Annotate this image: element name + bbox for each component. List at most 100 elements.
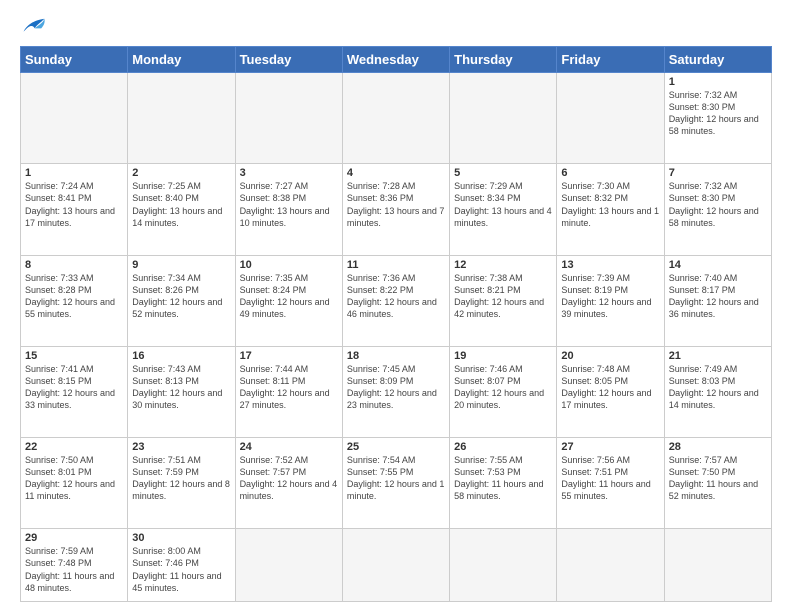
day-number: 19 [454, 350, 552, 362]
day-number: 23 [132, 441, 230, 453]
day-number: 26 [454, 441, 552, 453]
day-number: 21 [669, 350, 767, 362]
calendar-weekday-header: Wednesday [342, 47, 449, 73]
calendar-day-cell: 4Sunrise: 7:28 AMSunset: 8:36 PMDaylight… [342, 164, 449, 255]
day-number: 24 [240, 441, 338, 453]
calendar-day-cell: 25Sunrise: 7:54 AMSunset: 7:55 PMDayligh… [342, 438, 449, 529]
calendar-day-cell [664, 529, 771, 602]
day-info: Sunrise: 7:59 AMSunset: 7:48 PMDaylight:… [25, 545, 123, 594]
day-number: 8 [25, 259, 123, 271]
day-info: Sunrise: 7:40 AMSunset: 8:17 PMDaylight:… [669, 272, 767, 321]
day-number: 7 [669, 167, 767, 179]
day-number: 16 [132, 350, 230, 362]
day-info: Sunrise: 7:28 AMSunset: 8:36 PMDaylight:… [347, 180, 445, 229]
day-info: Sunrise: 7:51 AMSunset: 7:59 PMDaylight:… [132, 454, 230, 503]
day-number: 17 [240, 350, 338, 362]
calendar-header-row: SundayMondayTuesdayWednesdayThursdayFrid… [21, 47, 772, 73]
calendar-weekday-header: Saturday [664, 47, 771, 73]
day-info: Sunrise: 7:39 AMSunset: 8:19 PMDaylight:… [561, 272, 659, 321]
calendar-day-cell: 23Sunrise: 7:51 AMSunset: 7:59 PMDayligh… [128, 438, 235, 529]
day-number: 12 [454, 259, 552, 271]
calendar-day-cell: 1Sunrise: 7:24 AMSunset: 8:41 PMDaylight… [21, 164, 128, 255]
day-info: Sunrise: 7:56 AMSunset: 7:51 PMDaylight:… [561, 454, 659, 503]
calendar-week-row: 1Sunrise: 7:24 AMSunset: 8:41 PMDaylight… [21, 164, 772, 255]
day-info: Sunrise: 7:48 AMSunset: 8:05 PMDaylight:… [561, 363, 659, 412]
calendar-day-cell: 30Sunrise: 8:00 AMSunset: 7:46 PMDayligh… [128, 529, 235, 602]
day-number: 30 [132, 532, 230, 544]
calendar-day-cell [235, 529, 342, 602]
calendar-day-cell: 8Sunrise: 7:33 AMSunset: 8:28 PMDaylight… [21, 255, 128, 346]
day-info: Sunrise: 7:43 AMSunset: 8:13 PMDaylight:… [132, 363, 230, 412]
calendar-day-cell: 27Sunrise: 7:56 AMSunset: 7:51 PMDayligh… [557, 438, 664, 529]
day-info: Sunrise: 7:27 AMSunset: 8:38 PMDaylight:… [240, 180, 338, 229]
calendar-day-cell [342, 529, 449, 602]
day-number: 10 [240, 259, 338, 271]
header [20, 16, 772, 36]
day-number: 3 [240, 167, 338, 179]
day-info: Sunrise: 7:38 AMSunset: 8:21 PMDaylight:… [454, 272, 552, 321]
day-number: 1 [25, 167, 123, 179]
calendar-weekday-header: Friday [557, 47, 664, 73]
logo-bird-icon [22, 16, 46, 36]
calendar-day-cell: 12Sunrise: 7:38 AMSunset: 8:21 PMDayligh… [450, 255, 557, 346]
calendar-weekday-header: Thursday [450, 47, 557, 73]
day-info: Sunrise: 7:33 AMSunset: 8:28 PMDaylight:… [25, 272, 123, 321]
calendar-day-cell: 26Sunrise: 7:55 AMSunset: 7:53 PMDayligh… [450, 438, 557, 529]
day-number: 6 [561, 167, 659, 179]
day-info: Sunrise: 7:41 AMSunset: 8:15 PMDaylight:… [25, 363, 123, 412]
calendar-day-cell: 6Sunrise: 7:30 AMSunset: 8:32 PMDaylight… [557, 164, 664, 255]
day-info: Sunrise: 7:52 AMSunset: 7:57 PMDaylight:… [240, 454, 338, 503]
calendar-week-row: 15Sunrise: 7:41 AMSunset: 8:15 PMDayligh… [21, 346, 772, 437]
day-number: 9 [132, 259, 230, 271]
day-number: 15 [25, 350, 123, 362]
calendar-day-cell: 11Sunrise: 7:36 AMSunset: 8:22 PMDayligh… [342, 255, 449, 346]
calendar-day-cell: 13Sunrise: 7:39 AMSunset: 8:19 PMDayligh… [557, 255, 664, 346]
calendar-day-cell: 9Sunrise: 7:34 AMSunset: 8:26 PMDaylight… [128, 255, 235, 346]
calendar-day-cell: 2Sunrise: 7:25 AMSunset: 8:40 PMDaylight… [128, 164, 235, 255]
day-number: 4 [347, 167, 445, 179]
day-info: Sunrise: 7:25 AMSunset: 8:40 PMDaylight:… [132, 180, 230, 229]
day-info: Sunrise: 7:32 AMSunset: 8:30 PMDaylight:… [669, 89, 767, 138]
calendar-day-cell: 15Sunrise: 7:41 AMSunset: 8:15 PMDayligh… [21, 346, 128, 437]
day-number: 1 [669, 76, 767, 88]
calendar-day-cell: 20Sunrise: 7:48 AMSunset: 8:05 PMDayligh… [557, 346, 664, 437]
calendar-day-cell: 10Sunrise: 7:35 AMSunset: 8:24 PMDayligh… [235, 255, 342, 346]
day-info: Sunrise: 7:57 AMSunset: 7:50 PMDaylight:… [669, 454, 767, 503]
day-info: Sunrise: 7:30 AMSunset: 8:32 PMDaylight:… [561, 180, 659, 229]
day-info: Sunrise: 7:35 AMSunset: 8:24 PMDaylight:… [240, 272, 338, 321]
calendar-day-cell [128, 73, 235, 164]
calendar-day-cell: 22Sunrise: 7:50 AMSunset: 8:01 PMDayligh… [21, 438, 128, 529]
day-number: 11 [347, 259, 445, 271]
calendar-day-cell [450, 529, 557, 602]
calendar-page: SundayMondayTuesdayWednesdayThursdayFrid… [0, 0, 792, 612]
calendar-day-cell: 16Sunrise: 7:43 AMSunset: 8:13 PMDayligh… [128, 346, 235, 437]
calendar-day-cell [21, 73, 128, 164]
day-number: 2 [132, 167, 230, 179]
day-info: Sunrise: 7:54 AMSunset: 7:55 PMDaylight:… [347, 454, 445, 503]
day-info: Sunrise: 7:32 AMSunset: 8:30 PMDaylight:… [669, 180, 767, 229]
calendar-day-cell: 18Sunrise: 7:45 AMSunset: 8:09 PMDayligh… [342, 346, 449, 437]
calendar-day-cell: 14Sunrise: 7:40 AMSunset: 8:17 PMDayligh… [664, 255, 771, 346]
day-number: 5 [454, 167, 552, 179]
calendar-day-cell [557, 529, 664, 602]
day-info: Sunrise: 7:44 AMSunset: 8:11 PMDaylight:… [240, 363, 338, 412]
day-number: 29 [25, 532, 123, 544]
calendar-table: SundayMondayTuesdayWednesdayThursdayFrid… [20, 46, 772, 602]
calendar-day-cell: 3Sunrise: 7:27 AMSunset: 8:38 PMDaylight… [235, 164, 342, 255]
day-number: 27 [561, 441, 659, 453]
day-info: Sunrise: 7:50 AMSunset: 8:01 PMDaylight:… [25, 454, 123, 503]
day-number: 20 [561, 350, 659, 362]
day-number: 25 [347, 441, 445, 453]
calendar-day-cell: 1Sunrise: 7:32 AMSunset: 8:30 PMDaylight… [664, 73, 771, 164]
calendar-day-cell: 29Sunrise: 7:59 AMSunset: 7:48 PMDayligh… [21, 529, 128, 602]
calendar-day-cell [450, 73, 557, 164]
day-info: Sunrise: 7:46 AMSunset: 8:07 PMDaylight:… [454, 363, 552, 412]
calendar-day-cell [557, 73, 664, 164]
calendar-day-cell: 19Sunrise: 7:46 AMSunset: 8:07 PMDayligh… [450, 346, 557, 437]
day-number: 22 [25, 441, 123, 453]
calendar-day-cell: 24Sunrise: 7:52 AMSunset: 7:57 PMDayligh… [235, 438, 342, 529]
logo [20, 16, 46, 36]
day-info: Sunrise: 7:45 AMSunset: 8:09 PMDaylight:… [347, 363, 445, 412]
calendar-week-row: 22Sunrise: 7:50 AMSunset: 8:01 PMDayligh… [21, 438, 772, 529]
day-info: Sunrise: 7:36 AMSunset: 8:22 PMDaylight:… [347, 272, 445, 321]
